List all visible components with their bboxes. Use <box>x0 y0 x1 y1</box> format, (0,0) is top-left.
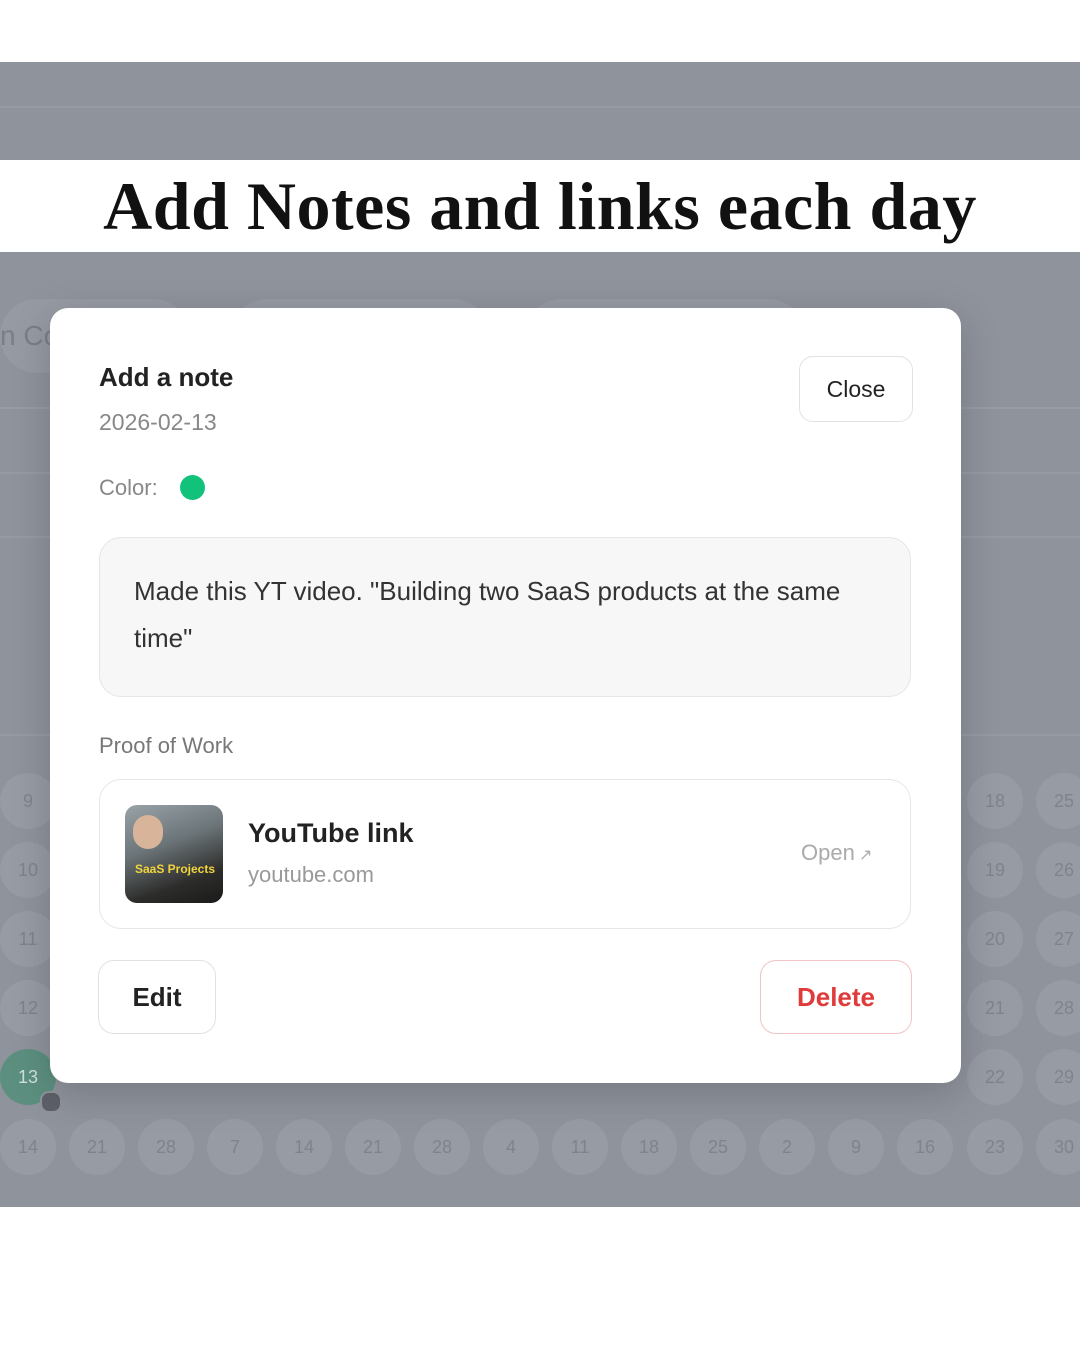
divider <box>0 106 1080 108</box>
day-cell[interactable]: 4 <box>483 1119 539 1175</box>
day-cell[interactable]: 18 <box>967 773 1023 829</box>
external-arrow-icon: ↗ <box>858 847 873 864</box>
day-cell[interactable]: 28 <box>1036 980 1080 1036</box>
link-domain: youtube.com <box>248 862 374 887</box>
day-cell[interactable]: 30 <box>1036 1119 1080 1175</box>
day-cell[interactable]: 7 <box>207 1119 263 1175</box>
day-cell[interactable]: 21 <box>69 1119 125 1175</box>
close-button[interactable]: Close <box>799 356 913 422</box>
video-thumbnail: SaaS Projects <box>125 805 223 903</box>
day-cell[interactable]: 21 <box>345 1119 401 1175</box>
open-link[interactable]: Open ↗ <box>801 840 872 866</box>
day-cell[interactable]: 21 <box>967 980 1023 1036</box>
day-cell[interactable]: 9 <box>828 1119 884 1175</box>
headline: Add Notes and links each day <box>103 167 977 244</box>
color-swatch[interactable] <box>180 475 205 500</box>
delete-button[interactable]: Delete <box>760 960 912 1034</box>
open-label: Open <box>801 840 855 865</box>
day-cell[interactable]: 22 <box>967 1049 1023 1105</box>
note-date: 2026-02-13 <box>99 409 217 435</box>
day-cell[interactable]: 11 <box>552 1119 608 1175</box>
day-cell[interactable]: 18 <box>621 1119 677 1175</box>
headline-banner: Add Notes and links each day <box>0 160 1080 252</box>
day-cell[interactable]: 2 <box>759 1119 815 1175</box>
day-cell[interactable]: 14 <box>276 1119 332 1175</box>
day-cell[interactable]: 11 <box>0 911 56 967</box>
day-cell[interactable]: 12 <box>0 980 56 1036</box>
day-cell[interactable]: 20 <box>967 911 1023 967</box>
day-cell[interactable]: 16 <box>897 1119 953 1175</box>
day-cell[interactable]: 28 <box>414 1119 470 1175</box>
day-cell[interactable]: 28 <box>138 1119 194 1175</box>
day-cell[interactable]: 25 <box>1036 773 1080 829</box>
thumbnail-face <box>133 815 163 849</box>
day-cell[interactable]: 23 <box>967 1119 1023 1175</box>
note-indicator-dot <box>40 1091 62 1113</box>
note-textarea[interactable]: Made this YT video. "Building two SaaS p… <box>99 537 911 697</box>
add-note-modal: Add a note 2026-02-13 Close Color: Made … <box>50 308 961 1083</box>
modal-title: Add a note <box>99 362 234 392</box>
link-card[interactable]: SaaS Projects YouTube link youtube.com O… <box>99 779 911 929</box>
proof-of-work-label: Proof of Work <box>99 733 234 758</box>
day-cell[interactable]: 29 <box>1036 1049 1080 1105</box>
edit-button[interactable]: Edit <box>98 960 216 1034</box>
day-cell[interactable]: 27 <box>1036 911 1080 967</box>
day-cell[interactable]: 10 <box>0 842 56 898</box>
note-text: Made this YT video. "Building two SaaS p… <box>134 576 841 653</box>
thumbnail-caption: SaaS Projects <box>134 862 216 876</box>
day-cell[interactable]: 14 <box>0 1119 56 1175</box>
day-cell[interactable]: 19 <box>967 842 1023 898</box>
color-label: Color: <box>99 475 158 500</box>
day-cell[interactable]: 25 <box>690 1119 746 1175</box>
day-cell[interactable]: 9 <box>0 773 56 829</box>
day-cell[interactable]: 26 <box>1036 842 1080 898</box>
link-title: YouTube link <box>248 818 414 848</box>
